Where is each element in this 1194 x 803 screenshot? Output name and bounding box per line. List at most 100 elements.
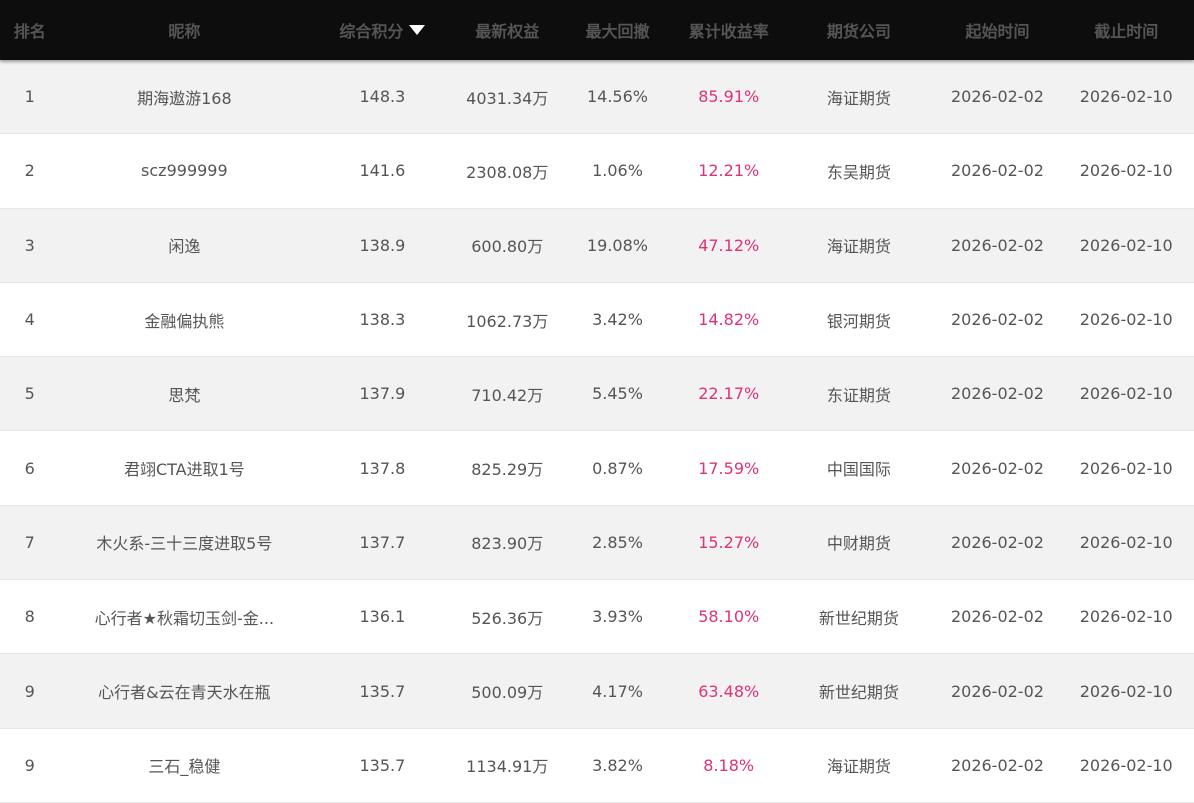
rank-cell: 2 [24, 161, 35, 181]
equity-cell: 500.09万 [471, 683, 544, 703]
ranking-table: 排名 昵称 综合积分 最新权益 最大回撤 累计收益率 期货公司 起始时间 截止时… [0, 0, 1194, 803]
drawdown-cell: 4.17% [592, 681, 643, 701]
rank-cell: 9 [24, 681, 35, 701]
nickname-text[interactable]: 闲逸 [89, 233, 279, 257]
nickname-text[interactable]: 君翊CTA进取1号 [89, 456, 279, 480]
score-cell: 136.1 [359, 607, 406, 627]
return-cell: 47.12% [698, 235, 760, 255]
end-date-cell: 2026-02-10 [1079, 458, 1173, 478]
start-date-cell: 2026-02-02 [950, 755, 1044, 775]
nickname-cell[interactable]: 三石_稳健 [60, 729, 310, 802]
return-cell: 58.10% [698, 607, 760, 627]
table-row[interactable]: 1 期海遨游168 148.3 4031.34万 14.56% 85.91% 海证期货 202… [0, 60, 1194, 134]
table-row[interactable]: 3 闲逸 138.9 600.80万 19.08% 47.12% 海证期货 2026-02-0… [0, 208, 1194, 282]
company-cell: 海证期货 [826, 237, 891, 257]
nickname-text[interactable]: 心行者&云在青天水在瓶 [89, 679, 279, 703]
score-cell: 141.6 [359, 161, 406, 181]
equity-cell: 4031.34万 [466, 88, 549, 108]
return-cell: 14.82% [698, 310, 760, 330]
nickname-cell[interactable]: 木火系-三十三度进取5号 [60, 506, 310, 579]
score-cell: 137.8 [359, 458, 406, 478]
table-header: 排名 昵称 综合积分 最新权益 最大回撤 累计收益率 期货公司 起始时间 截止时… [0, 0, 1194, 60]
header-equity[interactable]: 最新权益 [456, 0, 559, 60]
return-cell: 85.91% [698, 87, 760, 107]
nickname-cell[interactable]: 心行者&云在青天水在瓶 [60, 654, 310, 727]
return-cell: 22.17% [698, 384, 760, 404]
nickname-text[interactable]: 心行者★秋霜切玉剑-金... [89, 605, 279, 629]
end-date-cell: 2026-02-10 [1079, 87, 1173, 107]
header-end[interactable]: 截止时间 [1058, 0, 1194, 60]
score-cell: 137.9 [359, 384, 406, 404]
table-row[interactable]: 6 君翊CTA进取1号 137.8 825.29万 0.87% 17.59% 中国国际 202… [0, 430, 1194, 506]
nickname-cell[interactable]: 闲逸 [60, 209, 310, 282]
table-row[interactable]: 2 scz999999 141.6 2308.08万 1.06% 12.21% 东吴期货 20… [0, 133, 1194, 209]
start-date-cell: 2026-02-02 [950, 458, 1044, 478]
company-cell: 中国国际 [826, 460, 891, 480]
end-date-cell: 2026-02-10 [1079, 310, 1173, 330]
triangle-down-icon[interactable] [409, 25, 426, 35]
score-cell: 135.7 [359, 681, 406, 701]
equity-cell: 2308.08万 [466, 162, 549, 182]
end-date-cell: 2026-02-10 [1079, 235, 1173, 255]
rank-cell: 6 [24, 458, 35, 478]
return-cell: 8.18% [703, 755, 755, 775]
nickname-text[interactable]: 木火系-三十三度进取5号 [89, 530, 279, 554]
header-score[interactable]: 综合积分 [309, 0, 455, 60]
score-cell: 138.3 [359, 310, 406, 330]
nickname-cell[interactable]: 君翊CTA进取1号 [60, 431, 310, 504]
drawdown-cell: 1.06% [592, 161, 643, 181]
equity-cell: 526.36万 [471, 608, 544, 628]
end-date-cell: 2026-02-10 [1079, 607, 1173, 627]
nickname-cell[interactable]: 心行者★秋霜切玉剑-金... [60, 580, 310, 653]
drawdown-cell: 3.42% [592, 310, 643, 330]
rank-cell: 8 [24, 607, 35, 627]
header-nickname[interactable]: 昵称 [60, 0, 310, 60]
drawdown-cell: 3.82% [592, 755, 643, 775]
equity-cell: 823.90万 [471, 534, 544, 554]
header-return[interactable]: 累计收益率 [676, 0, 781, 60]
return-cell: 63.48% [698, 681, 760, 701]
nickname-text[interactable]: 三石_稳健 [89, 753, 279, 777]
score-cell: 148.3 [359, 87, 406, 107]
nickname-text[interactable]: 期海遨游168 [89, 85, 279, 109]
rank-cell: 9 [24, 755, 35, 775]
header-drawdown[interactable]: 最大回撤 [559, 0, 676, 60]
start-date-cell: 2026-02-02 [950, 681, 1044, 701]
equity-cell: 710.42万 [471, 385, 544, 405]
equity-cell: 825.29万 [471, 460, 544, 480]
table-row[interactable]: 5 思梵 137.9 710.42万 5.45% 22.17% 东证期货 2026-02-02… [0, 357, 1194, 431]
nickname-text[interactable]: 金融偏执熊 [89, 308, 279, 332]
table-row[interactable]: 8 心行者★秋霜切玉剑-金... 136.1 526.36万 3.93% 58.10% 新世… [0, 579, 1194, 655]
rank-cell: 3 [24, 235, 35, 255]
score-cell: 137.7 [359, 532, 406, 552]
end-date-cell: 2026-02-10 [1079, 161, 1173, 181]
nickname-text[interactable]: scz999999 [89, 161, 279, 180]
rank-cell: 7 [24, 532, 35, 552]
rank-cell: 1 [24, 87, 35, 107]
company-cell: 东证期货 [826, 385, 891, 405]
header-rank[interactable]: 排名 [0, 0, 60, 60]
end-date-cell: 2026-02-10 [1079, 681, 1173, 701]
score-cell: 135.7 [359, 755, 406, 775]
nickname-cell[interactable]: 金融偏执熊 [60, 283, 310, 356]
rank-cell: 4 [24, 310, 35, 330]
table-body: 1 期海遨游168 148.3 4031.34万 14.56% 85.91% 海证期货 202… [0, 60, 1194, 803]
table-row[interactable]: 4 金融偏执熊 138.3 1062.73万 3.42% 14.82% 银河期货 2026-0… [0, 281, 1194, 358]
drawdown-cell: 2.85% [592, 532, 643, 552]
nickname-cell[interactable]: scz999999 [60, 134, 310, 207]
table-row[interactable]: 9 心行者&云在青天水在瓶 135.7 500.09万 4.17% 63.48% 新世纪期货… [0, 654, 1194, 728]
equity-cell: 1062.73万 [466, 311, 549, 331]
start-date-cell: 2026-02-02 [950, 310, 1044, 330]
end-date-cell: 2026-02-10 [1079, 532, 1173, 552]
header-start[interactable]: 起始时间 [936, 0, 1058, 60]
start-date-cell: 2026-02-02 [950, 235, 1044, 255]
start-date-cell: 2026-02-02 [950, 161, 1044, 181]
table-row[interactable]: 7 木火系-三十三度进取5号 137.7 823.90万 2.85% 15.27% 中财期货… [0, 505, 1194, 580]
nickname-text[interactable]: 思梵 [89, 382, 279, 406]
nickname-cell[interactable]: 思梵 [60, 357, 310, 430]
header-company[interactable]: 期货公司 [781, 0, 936, 60]
company-cell: 海证期货 [826, 757, 891, 777]
company-cell: 中财期货 [826, 534, 891, 554]
nickname-cell[interactable]: 期海遨游168 [60, 60, 310, 133]
return-cell: 12.21% [698, 161, 760, 181]
